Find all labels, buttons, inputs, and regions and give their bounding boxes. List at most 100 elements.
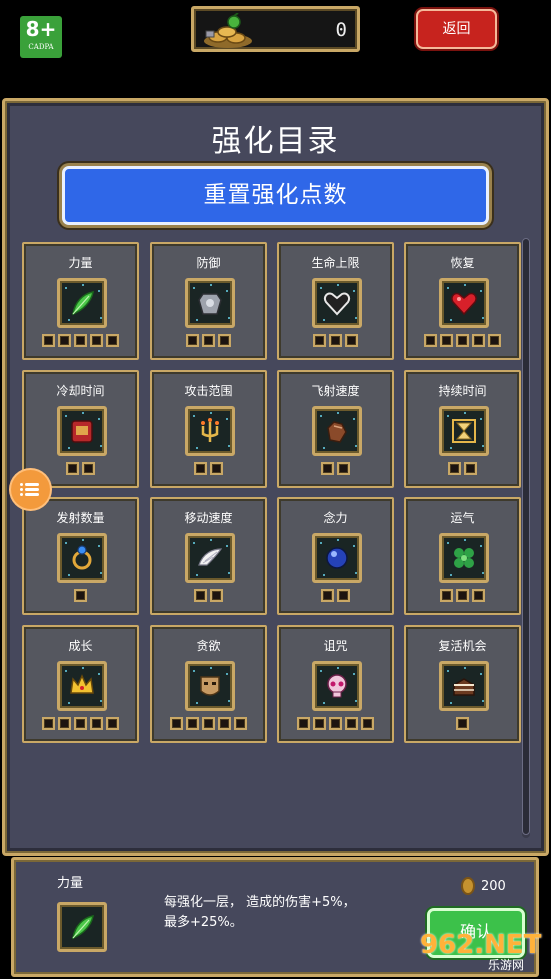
upgrade-label: 诅咒 <box>323 639 348 653</box>
sparkle <box>100 317 102 319</box>
upgrade-card[interactable]: 移动速度 <box>150 497 267 615</box>
level-pip <box>90 717 103 730</box>
upgrade-label: 防御 <box>196 256 221 270</box>
upgrade-card[interactable]: 运气 <box>404 497 521 615</box>
page-title: 强化目录 <box>211 124 340 159</box>
sparkle <box>210 284 212 286</box>
sparkle <box>226 545 228 547</box>
gold-counter: 0 <box>191 6 360 52</box>
upgrade-label: 贪欲 <box>196 639 221 653</box>
sparkle <box>323 702 325 704</box>
upgrade-card[interactable]: 防御 <box>150 242 267 360</box>
upgrade-card[interactable]: 飞射速度 <box>277 370 394 488</box>
upgrade-icon-frame <box>439 661 489 711</box>
gold-pile-icon <box>204 13 252 48</box>
upgrade-card[interactable]: 贪欲 <box>150 625 267 743</box>
level-pip <box>440 334 453 347</box>
upgrade-card[interactable]: 力量 <box>22 242 139 360</box>
level-pip <box>106 334 119 347</box>
upgrade-icon-frame <box>57 661 107 711</box>
sparkle <box>464 667 466 669</box>
level-pip <box>82 462 95 475</box>
site-watermark: 962.NET 乐游网 <box>420 930 544 976</box>
level-pip <box>90 334 103 347</box>
level-pip <box>74 334 87 347</box>
upgrade-label: 生命上限 <box>311 256 360 270</box>
crown-icon <box>70 674 94 694</box>
upgrade-label: 力量 <box>68 256 93 270</box>
floating-menu-button[interactable] <box>11 470 50 509</box>
sparkle <box>228 572 230 574</box>
sparkle <box>353 673 355 675</box>
upgrade-label: 冷却时间 <box>56 384 105 398</box>
reset-upgrades-button[interactable]: 重置强化点数 <box>62 166 489 225</box>
upgrade-label: 攻击范围 <box>184 384 233 398</box>
level-pip <box>472 334 485 347</box>
level-pip <box>361 717 374 730</box>
detail-title: 力量 <box>57 876 84 891</box>
sparkle <box>98 290 100 292</box>
orb-icon <box>326 547 348 569</box>
back-button[interactable]: 返回 <box>416 9 497 49</box>
upgrade-card[interactable]: 冷却时间 <box>22 370 139 488</box>
upgrade-icon-frame <box>57 278 107 328</box>
upgrade-card[interactable]: 复活机会 <box>404 625 521 743</box>
level-pip <box>456 334 469 347</box>
ring-icon <box>72 545 92 570</box>
upgrade-level-pips <box>406 589 519 602</box>
sparkle <box>68 702 70 704</box>
sparkle <box>482 572 484 574</box>
sparkle <box>226 418 228 420</box>
upgrade-card[interactable]: 念力 <box>277 497 394 615</box>
age-rating-badge: 8+ CADPA <box>20 16 62 58</box>
sparkle <box>210 412 212 414</box>
level-pip <box>337 462 350 475</box>
sparkle <box>355 572 357 574</box>
sparkle <box>464 284 466 286</box>
upgrade-card[interactable]: 攻击范围 <box>150 370 267 488</box>
sparkle <box>323 319 325 321</box>
coin-icon <box>461 877 475 895</box>
skull-icon <box>327 674 347 698</box>
menu-dot <box>20 483 23 486</box>
level-pip <box>194 462 207 475</box>
level-pip <box>337 589 350 602</box>
scrollbar[interactable] <box>522 238 530 838</box>
upgrade-card[interactable]: 恢复 <box>404 242 521 360</box>
sparkle <box>82 539 84 541</box>
upgrade-card[interactable]: 诅咒 <box>277 625 394 743</box>
upgrade-level-pips <box>406 462 519 475</box>
level-pip <box>186 717 199 730</box>
upgrade-icon-frame <box>312 533 362 583</box>
upgrade-level-pips <box>279 589 392 602</box>
level-pip <box>210 462 223 475</box>
detail-icon-frame <box>57 902 107 952</box>
sparkle <box>196 574 198 576</box>
level-pip <box>202 717 215 730</box>
sparkle <box>353 418 355 420</box>
sparkle <box>68 319 70 321</box>
sparkle <box>482 317 484 319</box>
detail-description-line: 每强化一层， 造成的伤害+5%， <box>164 895 356 910</box>
mask-icon <box>200 676 220 696</box>
upgrade-card[interactable]: 发射数量 <box>22 497 139 615</box>
upgrade-card[interactable]: 生命上限 <box>277 242 394 360</box>
scroll-thumb[interactable] <box>522 238 530 835</box>
level-pip <box>313 717 326 730</box>
level-pip <box>297 717 310 730</box>
upgrade-level-pips <box>279 462 392 475</box>
upgrade-card[interactable]: 持续时间 <box>404 370 521 488</box>
level-pip <box>234 717 247 730</box>
hourglass-icon <box>452 419 476 443</box>
level-pip <box>218 334 231 347</box>
sparkle <box>464 539 466 541</box>
sparkle <box>196 319 198 321</box>
menu-line <box>25 488 39 491</box>
level-pip <box>42 717 55 730</box>
upgrade-level-pips <box>279 717 392 730</box>
upgrade-label: 持续时间 <box>438 384 487 398</box>
upgrade-card[interactable]: 成长 <box>22 625 139 743</box>
upgrade-icon-frame <box>312 661 362 711</box>
upgrade-level-pips <box>406 717 519 730</box>
upgrade-icon-frame <box>312 278 362 328</box>
